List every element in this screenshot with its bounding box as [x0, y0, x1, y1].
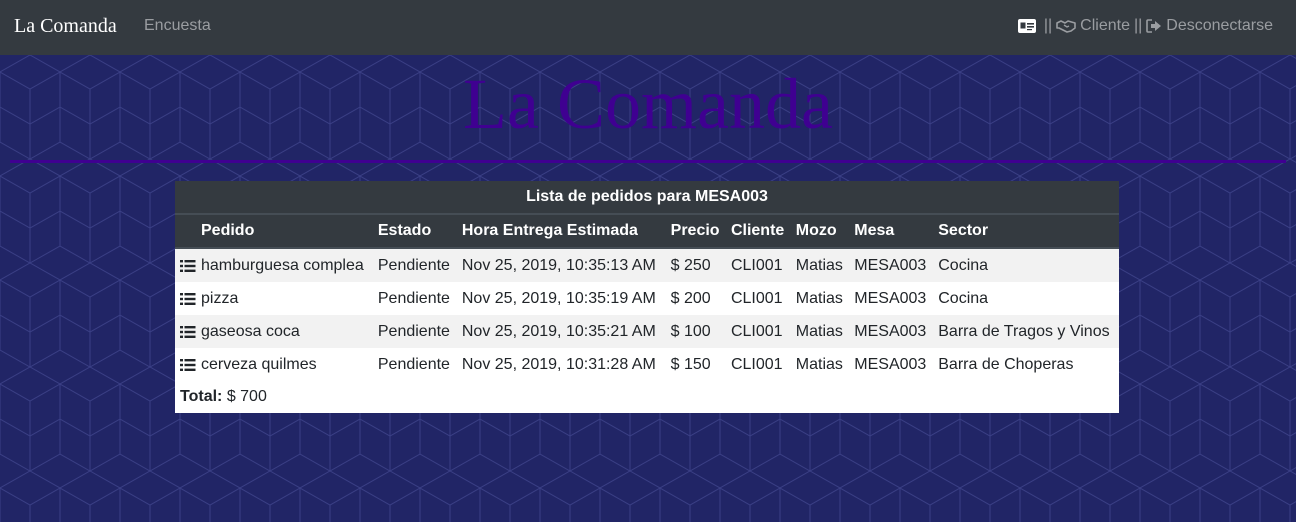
cell-cliente: CLI001 — [725, 348, 791, 381]
cell-precio: $ 100 — [665, 315, 726, 348]
cell-precio: $ 250 — [665, 248, 726, 282]
list-icon[interactable] — [175, 248, 196, 282]
cell-cliente: CLI001 — [725, 248, 791, 282]
total-cell: Total: $ 700 — [175, 381, 1119, 413]
nav-separator: || — [1133, 17, 1143, 34]
column-header-cliente: Cliente — [725, 214, 791, 249]
cell-precio: $ 200 — [665, 282, 726, 315]
table-row[interactable]: hamburguesa complea Pendiente Nov 25, 2019… — [175, 248, 1119, 282]
cell-mozo: Matias — [790, 315, 850, 348]
navbar-user-menu: || Cliente || Desconectarse — [1017, 17, 1273, 35]
cell-mesa: MESA003 — [849, 315, 934, 348]
cell-precio: $ 150 — [665, 348, 726, 381]
cell-estado: Pendiente — [372, 315, 457, 348]
cell-pedido: gaseosa coca — [196, 315, 373, 348]
column-header-mozo: Mozo — [790, 214, 850, 249]
cell-pedido: pizza — [196, 282, 373, 315]
column-header-mesa: Mesa — [849, 214, 934, 249]
column-header-precio: Precio — [665, 214, 726, 249]
cell-estado: Pendiente — [372, 348, 457, 381]
sign-out-icon — [1146, 19, 1162, 33]
list-icon[interactable] — [175, 315, 196, 348]
orders-table-container: Lista de pedidos para MESA003 Pedido Esta… — [175, 181, 1119, 413]
total-value: $ 700 — [226, 388, 267, 405]
navbar: La Comanda Encuesta || Cliente || Descon… — [0, 0, 1296, 55]
title-divider — [10, 160, 1286, 163]
nav-link-logout[interactable]: Desconectarse — [1166, 17, 1273, 35]
cell-cliente: CLI001 — [725, 282, 791, 315]
cell-mesa: MESA003 — [849, 348, 934, 381]
table-row[interactable]: cerveza quilmes Pendiente Nov 25, 2019, 10… — [175, 348, 1119, 381]
cell-estado: Pendiente — [372, 282, 457, 315]
cell-mozo: Matias — [790, 248, 850, 282]
cell-mozo: Matias — [790, 282, 850, 315]
cell-hora-entrega-estimada: Nov 25, 2019, 10:35:19 AM — [456, 282, 666, 315]
cell-hora-entrega-estimada: Nov 25, 2019, 10:35:21 AM — [456, 315, 666, 348]
table-row[interactable]: gaseosa coca Pendiente Nov 25, 2019, 10:35… — [175, 315, 1119, 348]
column-header-icon — [175, 214, 196, 249]
total-label: Total: — [180, 388, 223, 405]
column-header-pedido: Pedido — [196, 214, 373, 249]
cell-cliente: CLI001 — [725, 315, 791, 348]
handshake-icon — [1056, 19, 1076, 33]
navbar-brand[interactable]: La Comanda — [14, 15, 117, 38]
cell-hora-entrega-estimada: Nov 25, 2019, 10:35:13 AM — [456, 248, 666, 282]
cell-sector: Cocina — [933, 282, 1119, 315]
column-header-estado: Estado — [372, 214, 457, 249]
column-header-sector: Sector — [933, 214, 1119, 249]
nav-separator: || — [1043, 17, 1053, 34]
orders-table: Lista de pedidos para MESA003 Pedido Esta… — [175, 181, 1119, 413]
cell-mesa: MESA003 — [849, 248, 934, 282]
table-row[interactable]: pizza Pendiente Nov 25, 2019, 10:35:19 AM $… — [175, 282, 1119, 315]
cell-pedido: cerveza quilmes — [196, 348, 373, 381]
table-caption: Lista de pedidos para MESA003 — [175, 181, 1119, 215]
list-icon[interactable] — [175, 282, 196, 315]
column-header-hora-entrega-estimada: Hora Entrega Estimada — [456, 214, 666, 249]
nav-link-cliente[interactable]: Cliente — [1080, 17, 1130, 35]
cell-mesa: MESA003 — [849, 282, 934, 315]
cell-sector: Barra de Choperas — [933, 348, 1119, 381]
list-icon[interactable] — [175, 348, 196, 381]
cell-hora-entrega-estimada: Nov 25, 2019, 10:31:28 AM — [456, 348, 666, 381]
cell-pedido: hamburguesa complea — [196, 248, 373, 282]
nav-link-encuesta[interactable]: Encuesta — [144, 17, 211, 35]
cell-sector: Cocina — [933, 248, 1119, 282]
id-card-icon[interactable] — [1017, 19, 1036, 33]
cell-mozo: Matias — [790, 348, 850, 381]
cell-estado: Pendiente — [372, 248, 457, 282]
cell-sector: Barra de Tragos y Vinos — [933, 315, 1119, 348]
page-title: La Comanda — [463, 64, 833, 144]
